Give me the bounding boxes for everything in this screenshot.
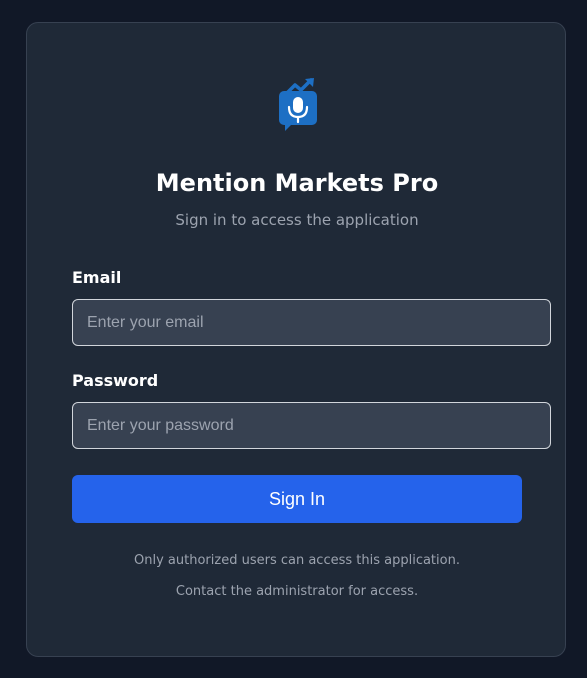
mic-chart-logo-icon — [277, 77, 319, 131]
app-subtitle: Sign in to access the application — [175, 211, 419, 229]
app-title: Mention Markets Pro — [155, 169, 439, 197]
email-field[interactable] — [72, 299, 551, 346]
password-label: Password — [72, 371, 159, 390]
password-field[interactable] — [72, 402, 551, 449]
authorized-users-note: Only authorized users can access this ap… — [134, 553, 460, 568]
sign-in-button[interactable]: Sign In — [72, 475, 522, 523]
email-label: Email — [72, 268, 122, 287]
login-card: Mention Markets Pro Sign in to access th… — [26, 22, 566, 657]
contact-admin-note: Contact the administrator for access. — [175, 584, 419, 599]
